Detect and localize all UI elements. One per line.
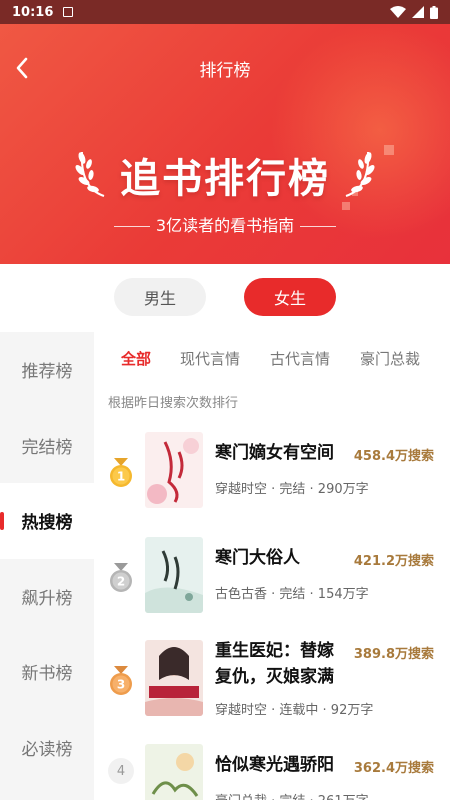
female-tab-button[interactable]: 女生 bbox=[244, 278, 336, 316]
bronze-medal-icon: 3 bbox=[110, 666, 132, 695]
rank-number: 2 bbox=[117, 575, 125, 589]
status-bar: 10:16 bbox=[0, 0, 450, 24]
ranking-sidebar: 推荐榜 完结榜 热搜榜 飙升榜 新书榜 必读榜 bbox=[0, 332, 94, 800]
book-title-line-2: 复仇，灭娘家满 bbox=[215, 667, 334, 687]
book-title-line-1: 重生医妃：替嫁 bbox=[215, 641, 334, 661]
tab-ancient-romance[interactable]: 古代言情 bbox=[270, 348, 330, 369]
book-meta: 穿越时空 · 完结 · 290万字 bbox=[215, 482, 369, 497]
book-cover bbox=[145, 432, 203, 508]
book-list-item[interactable]: 1 寒门嫡女有空间 458.4万搜索 穿越时空 · 完结 · 290万字 bbox=[94, 432, 450, 508]
search-count: 421.2万搜索 bbox=[353, 554, 434, 569]
book-title: 寒门嫡女有空间 bbox=[215, 443, 334, 463]
sidebar-item-hot-search[interactable]: 热搜榜 bbox=[0, 483, 94, 559]
banner-subtitle-text: 3亿读者的看书指南 bbox=[155, 216, 295, 235]
nav-bar: 排行榜 bbox=[0, 44, 450, 92]
silver-medal-icon: 2 bbox=[110, 563, 132, 592]
gold-medal-icon: 1 bbox=[110, 458, 132, 487]
book-cover bbox=[145, 744, 203, 800]
tab-modern-romance[interactable]: 现代言情 bbox=[180, 348, 240, 369]
search-count: 362.4万搜索 bbox=[353, 761, 434, 776]
book-title: 寒门大俗人 bbox=[215, 548, 300, 568]
tab-all[interactable]: 全部 bbox=[121, 348, 151, 369]
book-cover bbox=[145, 537, 203, 613]
subtitle-rule bbox=[113, 226, 150, 227]
sidebar-item-recommended[interactable]: 推荐榜 bbox=[0, 332, 94, 408]
gender-toggle: 男生 女生 bbox=[0, 264, 450, 332]
banner-subtitle: 3亿读者的看书指南 bbox=[0, 212, 450, 236]
book-meta: 古色古香 · 完结 · 154万字 bbox=[215, 587, 369, 602]
male-tab-button[interactable]: 男生 bbox=[114, 278, 206, 316]
category-tabs: 全部 现代言情 古代言情 豪门总裁 bbox=[94, 348, 450, 372]
book-list-item[interactable]: 4 恰似寒光遇骄阳 362.4万搜索 豪门总裁 · 完结 · 261万字 bbox=[94, 744, 450, 800]
wifi-icon bbox=[390, 6, 406, 18]
search-count: 458.4万搜索 bbox=[353, 449, 434, 464]
signal-icon bbox=[412, 6, 424, 18]
notification-icon bbox=[63, 7, 74, 17]
ranking-banner: 10:16 排行榜 追书排行榜 3亿读者的看书指南 bbox=[0, 0, 450, 264]
page-title: 排行榜 bbox=[199, 61, 251, 81]
status-time: 10:16 bbox=[12, 4, 54, 20]
sidebar-item-rising[interactable]: 飙升榜 bbox=[0, 559, 94, 635]
subtitle-rule bbox=[300, 226, 337, 227]
banner-title: 追书排行榜 bbox=[120, 156, 330, 202]
book-list-item[interactable]: 2 寒门大俗人 421.2万搜索 古色古香 · 完结 · 154万字 bbox=[94, 537, 450, 613]
rank-number: 1 bbox=[117, 470, 125, 484]
ranking-hint: 根据昨日搜索次数排行 bbox=[108, 396, 239, 411]
book-cover bbox=[145, 640, 203, 716]
sidebar-item-must-read[interactable]: 必读榜 bbox=[0, 710, 94, 786]
battery-icon bbox=[430, 5, 438, 19]
search-count: 389.8万搜索 bbox=[353, 647, 434, 662]
sidebar-item-completed[interactable]: 完结榜 bbox=[0, 408, 94, 484]
book-meta: 豪门总裁 · 完结 · 261万字 bbox=[215, 790, 369, 800]
rank-number: 4 bbox=[108, 758, 134, 784]
book-meta: 穿越时空 · 连载中 · 92万字 bbox=[215, 703, 374, 718]
book-title: 恰似寒光遇骄阳 bbox=[215, 755, 334, 775]
book-list-item[interactable]: 3 重生医妃：替嫁 复仇，灭娘家满 389.8万搜索 穿越时空 · 连载中 · … bbox=[94, 640, 450, 718]
ranking-content: 全部 现代言情 古代言情 豪门总裁 根据昨日搜索次数排行 1 寒门嫡女有空间 4… bbox=[94, 332, 450, 800]
tab-ceo-romance[interactable]: 豪门总裁 bbox=[360, 348, 420, 369]
sidebar-item-new-books[interactable]: 新书榜 bbox=[0, 634, 94, 710]
rank-number: 3 bbox=[117, 678, 125, 692]
